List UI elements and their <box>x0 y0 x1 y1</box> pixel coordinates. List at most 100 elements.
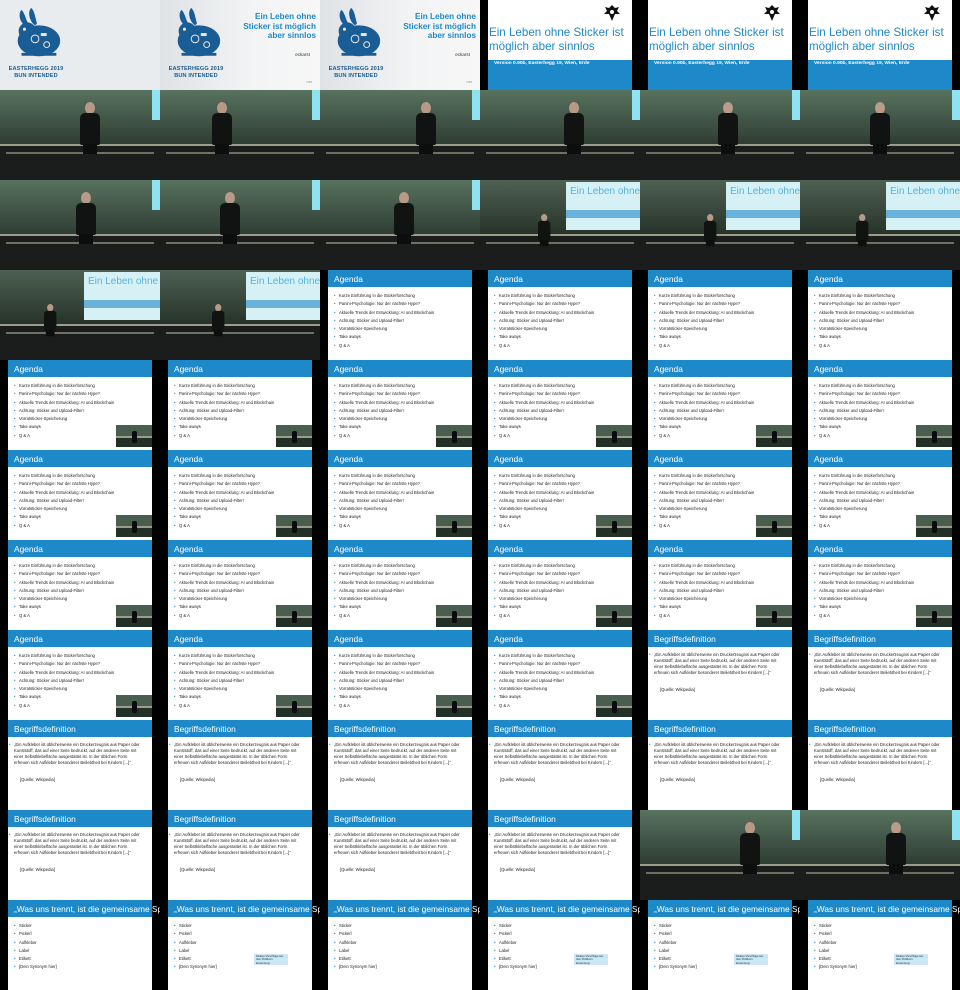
video-frame-thumbnail[interactable]: Agenda Kurze Einführung in die Stickerfor… <box>160 630 320 720</box>
speaker-body <box>80 113 100 145</box>
list-item: Q & A <box>654 522 754 531</box>
video-frame-thumbnail[interactable]: Agenda Kurze Einführung in die Stickerfor… <box>160 360 320 450</box>
video-frame-thumbnail[interactable]: Agenda Kurze Einführung in die Stickerfor… <box>640 360 800 450</box>
video-frame-thumbnail[interactable]: Ein Leben ohne Sticker ist möglich aber … <box>640 180 800 270</box>
video-frame-thumbnail[interactable]: Agenda Kurze Einführung in die Stickerfor… <box>0 540 160 630</box>
video-frame-thumbnail[interactable]: Begriffsdefinition „Ein Aufkleber ist übl… <box>320 810 480 900</box>
video-frame-thumbnail[interactable]: EASTERHEGG 2019 BUN INTENDED Ein Leben ohn… <box>320 0 480 90</box>
list-item: Vorratsticker-Speicherung <box>654 325 754 334</box>
video-frame-thumbnail[interactable] <box>160 180 320 270</box>
video-frame-thumbnail[interactable]: Agenda Kurze Einführung in die Stickerfor… <box>800 540 960 630</box>
video-frame-thumbnail[interactable]: Agenda Kurze Einführung in die Stickerfor… <box>160 450 320 540</box>
video-frame-thumbnail[interactable] <box>640 90 800 180</box>
video-frame-thumbnail[interactable]: Ein Leben ohne Sticker ist möglich aber … <box>640 0 800 90</box>
video-frame-thumbnail[interactable]: Ein Leben ohne Sticker ist möglich aber … <box>800 0 960 90</box>
video-frame-thumbnail[interactable] <box>800 90 960 180</box>
video-frame-thumbnail[interactable]: Agenda Kurze Einführung in die Stickerfor… <box>480 360 640 450</box>
video-frame-thumbnail[interactable]: Agenda Kurze Einführung in die Stickerfor… <box>0 450 160 540</box>
video-frame-thumbnail[interactable]: Begriffsdefinition „Ein Aufkleber ist übl… <box>640 630 800 720</box>
video-frame-thumbnail[interactable]: Ein Leben ohne Sticker ist möglich aber … <box>480 180 640 270</box>
video-frame-thumbnail[interactable]: Agenda Kurze Einführung in die Stickerfor… <box>480 540 640 630</box>
video-frame-thumbnail[interactable]: Agenda Kurze Einführung in die Stickerfor… <box>640 270 800 360</box>
video-frame-thumbnail[interactable]: Begriffsdefinition „Ein Aufkleber ist übl… <box>0 810 160 900</box>
video-frame-thumbnail[interactable] <box>160 90 320 180</box>
list-item: Achtung: Sticker und Upload-Filter! <box>334 407 434 416</box>
video-frame-thumbnail[interactable] <box>480 90 640 180</box>
video-frame-thumbnail[interactable]: „Was uns trennt, ist die gemeinsame Spra… <box>480 900 640 990</box>
video-frame-thumbnail[interactable]: „Was uns trennt, ist die gemeinsame Spra… <box>640 900 800 990</box>
video-frame-thumbnail[interactable]: EASTERHEGG 2019 BUN INTENDED <box>0 0 160 90</box>
letterbox-right <box>312 450 320 540</box>
video-frame-thumbnail[interactable]: Agenda Kurze Einführung in die Stickerfor… <box>0 360 160 450</box>
video-frame-thumbnail[interactable]: Agenda Kurze Einführung in die Stickerfor… <box>640 540 800 630</box>
video-frame-thumbnail[interactable]: Agenda Kurze Einführung in die Stickerfor… <box>320 540 480 630</box>
version-band: Version 0.90b, Easterhegg 19, Wien, Erde <box>808 60 952 90</box>
video-frame-thumbnail[interactable]: EASTERHEGG 2019 BUN INTENDED Ein Leben ohn… <box>160 0 320 90</box>
projection-screen: Ein Leben ohne Sticker ist möglich aber … <box>84 272 160 320</box>
video-frame-thumbnail[interactable]: Begriffsdefinition „Ein Aufkleber ist übl… <box>640 720 800 810</box>
list-item: Panini-Psychologie: Nur der nächste Hype… <box>814 300 914 309</box>
list-item: Vorratsticker-Speicherung <box>814 415 914 424</box>
list-item: Vorratsticker-Speicherung <box>334 595 434 604</box>
letterbox-right <box>952 720 960 810</box>
list-item: Kurze Einführung in die Stickerforschung <box>334 652 434 661</box>
video-frame-thumbnail[interactable]: Agenda Kurze Einführung in die Stickerfor… <box>800 360 960 450</box>
list-item: Etikett <box>814 955 857 964</box>
agenda-header: Agenda <box>8 450 152 467</box>
list-item: Kurze Einführung in die Stickerforschung <box>654 382 754 391</box>
video-frame-thumbnail[interactable]: Agenda Kurze Einführung in die Stickerfor… <box>320 450 480 540</box>
list-item: Kurze Einführung in die Stickerforschung <box>14 652 114 661</box>
video-frame-thumbnail[interactable]: Agenda Kurze Einführung in die Stickerfor… <box>480 270 640 360</box>
slide-title: Begriffsdefinition <box>334 814 396 824</box>
speaker-figure <box>220 192 240 244</box>
list-item: Kurze Einführung in die Stickerforschung <box>14 562 114 571</box>
video-frame-thumbnail[interactable]: „Was uns trennt, ist die gemeinsame Spra… <box>160 900 320 990</box>
video-frame-thumbnail[interactable] <box>0 90 160 180</box>
video-frame-thumbnail[interactable]: Begriffsdefinition „Ein Aufkleber ist übl… <box>800 630 960 720</box>
video-frame-thumbnail[interactable]: Begriffsdefinition „Ein Aufkleber ist übl… <box>480 720 640 810</box>
list-item: Aktuelle Trends der Entwicklung: AI und … <box>814 489 914 498</box>
letterbox-left <box>160 540 168 630</box>
video-frame-thumbnail[interactable]: Ein Leben ohne Sticker ist möglich aber … <box>0 270 160 360</box>
agenda-header: Agenda <box>168 630 312 647</box>
video-frame-thumbnail[interactable]: „Was uns trennt, ist die gemeinsame Spra… <box>800 900 960 990</box>
video-frame-thumbnail[interactable]: Ein Leben ohne Sticker ist möglich aber … <box>480 0 640 90</box>
video-frame-thumbnail[interactable]: Agenda Kurze Einführung in die Stickerfor… <box>480 450 640 540</box>
video-frame-thumbnail[interactable] <box>640 810 800 900</box>
video-frame-thumbnail[interactable]: „Was uns trennt, ist die gemeinsame Spra… <box>0 900 160 990</box>
video-frame-thumbnail[interactable]: Agenda Kurze Einführung in die Stickerfor… <box>480 630 640 720</box>
slide-title: Begriffsdefinition <box>814 634 876 644</box>
video-frame-thumbnail[interactable]: „Was uns trennt, ist die gemeinsame Spra… <box>320 900 480 990</box>
lecture-hall-wall <box>320 90 480 146</box>
video-frame-thumbnail[interactable]: Agenda Kurze Einführung in die Stickerfor… <box>800 270 960 360</box>
video-frame-thumbnail[interactable]: Agenda Kurze Einführung in die Stickerfor… <box>800 450 960 540</box>
list-item: Aktuelle Trends der Entwicklung: AI und … <box>334 579 434 588</box>
video-frame-thumbnail[interactable] <box>320 90 480 180</box>
inset-speaker <box>292 431 297 443</box>
video-frame-thumbnail[interactable] <box>320 180 480 270</box>
inset-speaker <box>612 611 617 623</box>
slide-title: Agenda <box>814 364 843 374</box>
video-frame-thumbnail[interactable]: Begriffsdefinition „Ein Aufkleber ist übl… <box>160 810 320 900</box>
video-frame-thumbnail[interactable] <box>800 810 960 900</box>
video-frame-thumbnail[interactable]: Agenda Kurze Einführung in die Stickerfor… <box>160 540 320 630</box>
letterbox-right <box>792 270 800 360</box>
letterbox-right <box>152 360 160 450</box>
video-frame-thumbnail[interactable]: Agenda Kurze Einführung in die Stickerfor… <box>320 360 480 450</box>
agenda-header: Agenda <box>8 360 152 377</box>
video-frame-thumbnail[interactable] <box>0 180 160 270</box>
video-frame-thumbnail[interactable]: Ein Leben ohne Sticker ist möglich aber … <box>800 180 960 270</box>
video-frame-thumbnail[interactable]: Begriffsdefinition „Ein Aufkleber ist übl… <box>480 810 640 900</box>
video-frame-thumbnail[interactable]: Begriffsdefinition „Ein Aufkleber ist übl… <box>800 720 960 810</box>
lecture-hall-wall <box>480 90 640 146</box>
definition-header: Begriffsdefinition <box>328 720 472 737</box>
video-frame-thumbnail[interactable]: Agenda Kurze Einführung in die Stickerfor… <box>320 630 480 720</box>
video-frame-thumbnail[interactable]: Begriffsdefinition „Ein Aufkleber ist übl… <box>320 720 480 810</box>
video-frame-thumbnail[interactable]: Agenda Kurze Einführung in die Stickerfor… <box>640 450 800 540</box>
video-frame-thumbnail[interactable]: Ein Leben ohne Sticker ist möglich aber … <box>160 270 320 360</box>
video-frame-thumbnail[interactable]: Agenda Kurze Einführung in die Stickerfor… <box>0 630 160 720</box>
agenda-list: Kurze Einführung in die Stickerforschung… <box>334 562 434 620</box>
video-frame-thumbnail[interactable]: Begriffsdefinition „Ein Aufkleber ist übl… <box>0 720 160 810</box>
video-frame-thumbnail[interactable]: Agenda Kurze Einführung in die Stickerfor… <box>320 270 480 360</box>
video-frame-thumbnail[interactable]: Begriffsdefinition „Ein Aufkleber ist übl… <box>160 720 320 810</box>
